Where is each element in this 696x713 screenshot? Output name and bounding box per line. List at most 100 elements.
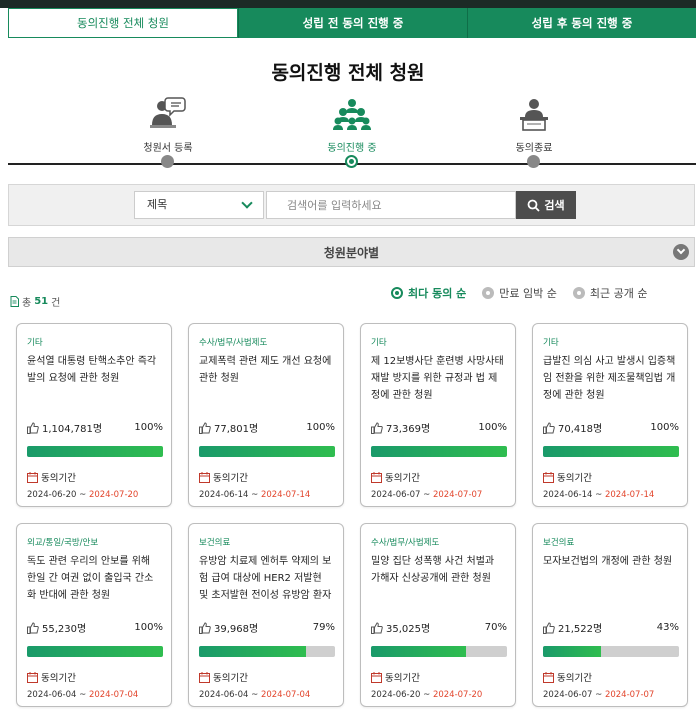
agree-count: 55,230명 [42,624,87,635]
petition-category: 외교/통일/국방/안보 [27,538,99,548]
petition-card[interactable]: 기타 급발진 의심 사고 발생시 입증책임 전환을 위한 제조물책임법 개정에 … [532,323,688,507]
petition-category: 보건의료 [543,538,575,548]
petition-card[interactable]: 수사/법무/사법제도 밀양 집단 성폭행 사건 처벌과 가해자 신상공개에 관한… [360,523,516,707]
period-label: 동의기간 [371,670,420,684]
sort-most-agreed[interactable]: 최다 동의 순 [391,285,466,301]
end-date: 2024-07-20 [88,490,139,500]
chevron-down-icon[interactable] [673,244,689,260]
end-date: 2024-07-04 [260,690,311,700]
petition-register-icon [150,97,186,128]
agree-percent: 70% [484,622,507,633]
progress-fill [371,446,507,457]
date-separator: ~ [248,490,261,500]
sort-recently-published[interactable]: 최근 공개 순 [572,285,647,301]
progress-bar [27,446,163,457]
petition-card[interactable]: 기타 제 12보병사단 훈련병 사망사태 재발 방지를 위한 규정과 법 제정에… [360,323,516,507]
search-button-label: 검색 [544,199,565,212]
period-dates: 2024-06-04 ~ 2024-07-04 [27,690,138,700]
period-dates: 2024-06-04 ~ 2024-07-04 [199,690,310,700]
category-filter-bar[interactable]: 청원분야별 [8,237,695,267]
person-desk-icon [520,99,548,131]
total-number: 51 [34,296,49,307]
step-dot-active [345,155,358,168]
petition-card[interactable]: 수사/법무/사법제도 교제폭력 관련 제도 개선 요청에 관한 청원 77,80… [188,323,344,507]
period-label-text: 동의기간 [41,473,76,484]
tab-before-established[interactable]: 성립 전 동의 진행 중 [238,8,467,38]
tab-after-established[interactable]: 성립 후 동의 진행 중 [467,8,696,38]
agree-percent: 100% [650,422,679,433]
petition-stats: 39,968명 79% [199,620,335,635]
chevron-down-icon [241,197,253,209]
end-date: 2024-07-04 [88,690,139,700]
end-date: 2024-07-14 [260,490,311,500]
sort-expiring-soon[interactable]: 만료 임박 순 [482,285,557,301]
search-icon [527,199,541,212]
progress-bar [543,646,679,657]
start-date: 2024-06-14 [199,490,249,500]
progress-fill [27,646,163,657]
progress-bar [543,446,679,457]
search-button[interactable]: 검색 [516,191,576,219]
petition-category: 수사/법무/사법제도 [199,338,268,348]
tab-all-petitions[interactable]: 동의진행 전체 청원 [8,8,238,38]
search-input[interactable] [266,191,516,219]
agree-percent: 100% [134,422,163,433]
step-in-progress: 동의진행 중 [292,95,412,168]
period-dates: 2024-06-20 ~ 2024-07-20 [27,490,138,500]
period-label: 동의기간 [27,670,76,684]
petition-card[interactable]: 기타 윤석열 대통령 탄핵소추안 즉각 발의 요청에 관한 청원 1,104,7… [16,323,172,507]
progress-fill [199,646,307,657]
period-label: 동의기간 [199,470,248,484]
search-field-select[interactable]: 제목 [134,191,264,219]
agree-count: 35,025명 [386,624,431,635]
total-count: 총 51 건 [10,294,60,309]
progress-bar [199,446,335,457]
date-separator: ~ [592,490,605,500]
sort-label: 만료 임박 순 [499,287,557,300]
date-separator: ~ [420,690,433,700]
start-date: 2024-06-07 [371,490,421,500]
petition-card[interactable]: 보건의료 모자보건법의 개정에 관한 청원 21,522명 43% 동의기간 2… [532,523,688,707]
agree-percent: 100% [134,622,163,633]
petition-card[interactable]: 외교/통일/국방/안보 독도 관련 우리의 안보를 위해 한일 간 여권 없이 … [16,523,172,707]
petition-title: 독도 관련 우리의 안보를 위해 한일 간 여권 없이 출입국 간소화 반대에 … [27,556,154,601]
progress-fill [199,446,335,457]
top-banner-strip [0,0,696,8]
petition-category: 기타 [371,338,387,348]
progress-fill [27,446,163,457]
petition-title: 급발진 의심 사고 발생시 입증책임 전환을 위한 제조물책임법 개정에 관한 … [543,356,676,401]
tab-bar: 동의진행 전체 청원 성립 전 동의 진행 중 성립 후 동의 진행 중 [8,8,696,38]
date-separator: ~ [76,490,89,500]
period-label-text: 동의기간 [385,473,420,484]
petition-card[interactable]: 보건의료 유방암 치료제 엔허투 약제의 보험 급여 대상에 HER2 저발현 … [188,523,344,707]
petition-stats: 70,418명 100% [543,420,679,435]
period-label-text: 동의기간 [557,673,592,684]
agree-count: 73,369명 [386,424,431,435]
select-value: 제목 [147,198,168,211]
petition-title: 교제폭력 관련 제도 개선 요청에 관한 청원 [199,356,332,384]
page-title: 동의진행 전체 청원 [271,62,425,84]
start-date: 2024-06-04 [27,690,77,700]
period-label-text: 동의기간 [385,673,420,684]
sort-options: 최다 동의 순 만료 임박 순 최근 공개 순 [391,285,647,301]
period-dates: 2024-06-14 ~ 2024-07-14 [543,490,654,500]
step-dot [527,155,540,168]
progress-bar [199,646,335,657]
progress-bar [27,646,163,657]
step-ended: 동의종료 [474,95,594,168]
end-date: 2024-07-14 [604,490,655,500]
period-label-text: 동의기간 [213,673,248,684]
progress-bar [371,646,507,657]
agree-count: 39,968명 [214,624,259,635]
calendar-icon [199,471,210,483]
period-label: 동의기간 [199,670,248,684]
progress-fill [371,646,467,657]
petition-title: 모자보건법의 개정에 관한 청원 [543,556,673,567]
petition-category: 수사/법무/사법제도 [371,538,440,548]
petition-title: 제 12보병사단 훈련병 사망사태 재발 방지를 위한 규정과 법 제정에 관한… [371,356,504,401]
period-label: 동의기간 [371,470,420,484]
period-label: 동의기간 [27,470,76,484]
progress-fill [543,446,679,457]
step-label: 동의종료 [515,143,553,154]
period-label-text: 동의기간 [557,473,592,484]
